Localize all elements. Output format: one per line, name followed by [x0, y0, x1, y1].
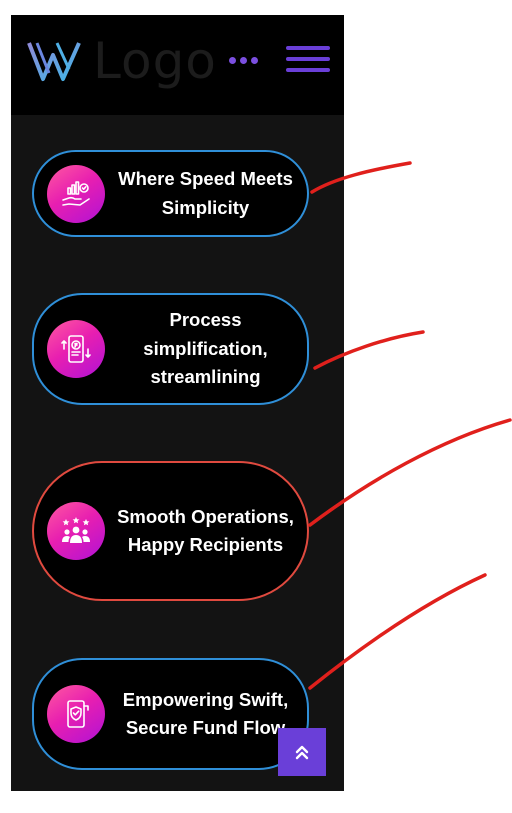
- rated-team-icon: [47, 502, 105, 560]
- feature-card-operations[interactable]: Smooth Operations, Happy Recipients: [32, 461, 309, 601]
- mobile-viewport: Logo Where Speed Meets Simplicity Proces…: [11, 15, 344, 791]
- scroll-to-top-button[interactable]: [278, 728, 326, 776]
- feature-card-fund-flow[interactable]: Empowering Swift, Secure Fund Flow: [32, 658, 309, 770]
- logo-dots-icon: [229, 57, 258, 64]
- feature-card-label: Process simplification, streamlining: [143, 309, 268, 388]
- feature-card-label: Where Speed Meets Simplicity: [118, 168, 293, 218]
- feature-card-speed[interactable]: Where Speed Meets Simplicity: [32, 150, 309, 237]
- hamburger-menu-icon[interactable]: [286, 46, 330, 72]
- feature-card-label: Empowering Swift, Secure Fund Flow: [122, 688, 289, 739]
- hand-growth-chart-icon: [47, 164, 105, 223]
- feature-card-process[interactable]: Process simplification, streamlining: [32, 293, 309, 405]
- logo-mark-icon[interactable]: [27, 39, 85, 83]
- mobile-payment-icon: [47, 320, 105, 378]
- site-header: Logo: [11, 15, 344, 115]
- feature-card-label: Smooth Operations, Happy Recipients: [117, 505, 294, 556]
- double-chevron-up-icon: [295, 745, 309, 760]
- secure-phone-icon: [47, 685, 105, 743]
- logo-text[interactable]: Logo: [93, 33, 217, 89]
